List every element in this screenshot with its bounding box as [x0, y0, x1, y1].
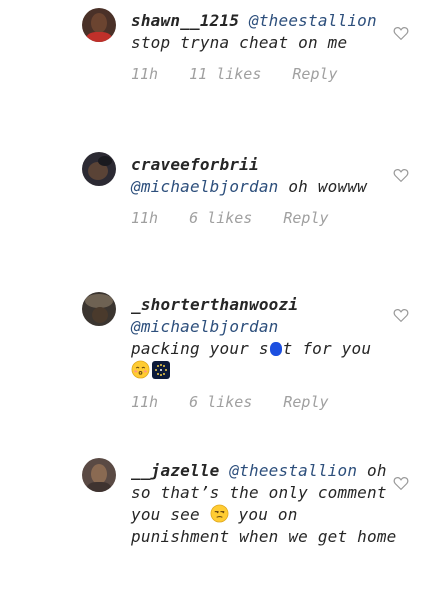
comment-username[interactable]: _shorterthanwoozi: [131, 295, 298, 314]
reply-button[interactable]: Reply: [283, 208, 328, 228]
reply-button[interactable]: Reply: [292, 64, 337, 84]
comment-username[interactable]: __jazelle: [131, 461, 220, 480]
comment-mention[interactable]: @michaelbjordan: [131, 317, 279, 336]
comments-list: shawn__1215 @theestallion stop tryna che…: [0, 0, 436, 600]
comment-mention[interactable]: @michaelbjordan: [131, 177, 279, 196]
comment-username[interactable]: shawn__1215: [131, 11, 239, 30]
heart-outline-icon[interactable]: [392, 24, 410, 42]
heart-outline-icon[interactable]: [392, 166, 410, 184]
avatar[interactable]: [82, 292, 116, 326]
avatar[interactable]: [82, 152, 116, 186]
reply-button[interactable]: Reply: [283, 392, 328, 412]
comment-time: 11h: [131, 209, 159, 227]
comment-body: packing your s: [131, 339, 269, 358]
kissing-face-emoji: [131, 360, 150, 379]
comment-likes[interactable]: 6 likes: [189, 392, 252, 412]
comment-text: craveeforbrii @michaelbjordan oh wowww: [131, 154, 397, 198]
comment-mention[interactable]: @theestallion: [229, 461, 357, 480]
comment-likes[interactable]: 11 likes: [189, 64, 261, 84]
avatar[interactable]: [82, 8, 116, 42]
comment-meta: 11h 6 likes Reply: [131, 208, 397, 228]
comment-time: 11h: [131, 65, 159, 83]
comment-username[interactable]: craveeforbrii: [131, 155, 259, 174]
comment-mention[interactable]: @theestallion: [249, 11, 377, 30]
comment-body: stop tryna cheat on me: [131, 33, 348, 52]
avatar[interactable]: [82, 458, 116, 492]
comment-time: 11h: [131, 393, 159, 411]
censor-mark: [269, 342, 282, 356]
comment-body-end: t for you: [282, 339, 372, 358]
comment-meta: 11h 6 likes Reply: [131, 392, 397, 412]
comment-text: __jazelle @theestallion oh so that’s the…: [131, 460, 397, 548]
comment-likes[interactable]: 6 likes: [189, 208, 252, 228]
heart-outline-icon[interactable]: [392, 306, 410, 324]
comment-body: oh wowww: [288, 177, 368, 196]
unamused-face-emoji: [210, 504, 229, 523]
fireworks-emoji: [152, 361, 170, 379]
comment-meta: 11h 11 likes Reply: [131, 64, 397, 84]
comment-text: shawn__1215 @theestallion stop tryna che…: [131, 10, 397, 54]
comment-text: _shorterthanwoozi @michaelbjordan packin…: [131, 294, 397, 382]
heart-outline-icon[interactable]: [392, 474, 410, 492]
